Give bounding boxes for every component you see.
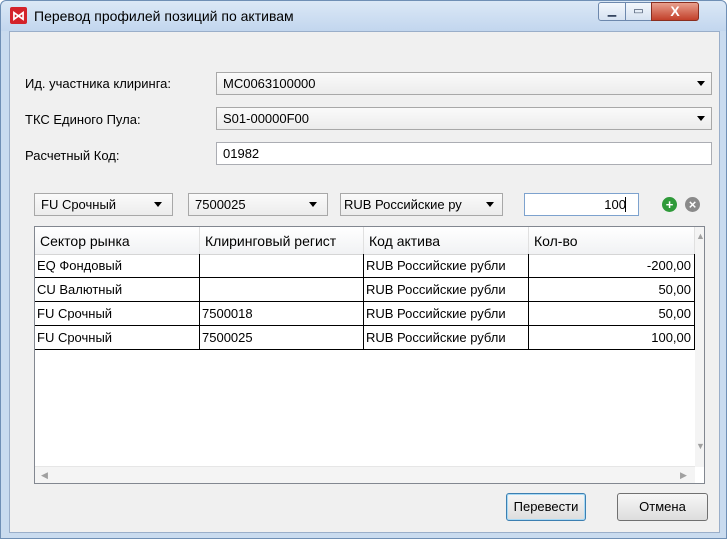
chevron-down-icon: [697, 116, 705, 121]
chevron-down-icon: [697, 81, 705, 86]
scroll-right-icon[interactable]: ▶: [680, 470, 687, 481]
window-title: Перевод профилей позиций по активам: [34, 8, 294, 24]
asset-select-value: RUB Российские ру: [344, 197, 462, 212]
chevron-down-icon: [486, 202, 494, 207]
cell-asset: RUB Российские рубли: [364, 278, 529, 302]
chevron-down-icon: [154, 202, 162, 207]
pool-value: S01-00000F00: [223, 111, 310, 126]
cell-quantity: -200,00: [529, 254, 695, 278]
app-logo-icon: ⋈: [10, 7, 27, 24]
cancel-button[interactable]: Отмена: [617, 493, 708, 521]
cell-register: [200, 254, 364, 278]
cell-asset: RUB Российские рубли: [364, 326, 529, 350]
column-header-asset[interactable]: Код актива: [364, 227, 529, 254]
cell-register: [200, 278, 364, 302]
dialog-body: Ид. участника клиринга: MC0063100000 ТКС…: [9, 31, 720, 533]
positions-table: Сектор рынка Клиринговый регист Код акти…: [34, 226, 705, 484]
table-header: Сектор рынка Клиринговый регист Код акти…: [35, 227, 695, 255]
close-button[interactable]: X: [651, 2, 699, 21]
scroll-up-icon[interactable]: ▲: [696, 231, 704, 241]
participant-value: MC0063100000: [223, 76, 316, 91]
cell-sector: FU Срочный: [35, 326, 200, 350]
minimize-button[interactable]: ▁: [598, 2, 626, 21]
cell-quantity: 50,00: [529, 302, 695, 326]
asset-select[interactable]: RUB Российские ру: [340, 193, 503, 216]
register-select-value: 7500025: [195, 197, 246, 212]
cell-register: 7500018: [200, 302, 364, 326]
sector-select-value: FU Срочный: [41, 197, 117, 212]
cell-quantity: 50,00: [529, 278, 695, 302]
scroll-down-icon[interactable]: ▼: [696, 441, 704, 451]
add-row-button[interactable]: +: [662, 197, 677, 212]
scroll-left-icon[interactable]: ◀: [41, 470, 48, 481]
transfer-button[interactable]: Перевести: [506, 493, 586, 521]
participant-select[interactable]: MC0063100000: [216, 72, 712, 95]
participant-label: Ид. участника клиринга:: [25, 76, 172, 91]
cell-quantity: 100,00: [529, 326, 695, 350]
register-select[interactable]: 7500025: [188, 193, 328, 216]
settlement-code-field[interactable]: 01982: [216, 142, 712, 165]
table-row[interactable]: FU Срочный 7500025 RUB Российские рубли …: [35, 326, 695, 350]
dialog-window: ⋈ Перевод профилей позиций по активам ▁ …: [0, 0, 727, 539]
cell-sector: EQ Фондовый: [35, 254, 200, 278]
quantity-input-value: 100: [604, 197, 626, 212]
pool-label: ТКС Единого Пула:: [25, 112, 141, 127]
title-bar[interactable]: ⋈ Перевод профилей позиций по активам ▁ …: [1, 1, 726, 31]
cell-register: 7500025: [200, 326, 364, 350]
chevron-down-icon: [309, 202, 317, 207]
remove-row-button[interactable]: ×: [685, 197, 700, 212]
vertical-scrollbar[interactable]: ▲ ▼: [695, 227, 704, 467]
settlement-code-value: 01982: [223, 146, 260, 161]
code-label: Расчетный Код:: [25, 148, 120, 163]
sector-select[interactable]: FU Срочный: [34, 193, 173, 216]
horizontal-scrollbar[interactable]: ◀ ▶: [35, 466, 695, 483]
table-row[interactable]: CU Валютный RUB Российские рубли 50,00: [35, 278, 695, 302]
table-row[interactable]: EQ Фондовый RUB Российские рубли -200,00: [35, 254, 695, 278]
maximize-button[interactable]: ▭: [625, 2, 652, 21]
column-header-register[interactable]: Клиринговый регист: [200, 227, 364, 254]
column-header-sector[interactable]: Сектор рынка: [35, 227, 200, 254]
quantity-input[interactable]: 100: [524, 193, 639, 216]
cell-sector: CU Валютный: [35, 278, 200, 302]
cell-asset: RUB Российские рубли: [364, 302, 529, 326]
cell-sector: FU Срочный: [35, 302, 200, 326]
text-cursor: [625, 197, 626, 212]
table-row[interactable]: FU Срочный 7500018 RUB Российские рубли …: [35, 302, 695, 326]
pool-select[interactable]: S01-00000F00: [216, 107, 712, 130]
column-header-quantity[interactable]: Кол-во: [529, 227, 695, 254]
cell-asset: RUB Российские рубли: [364, 254, 529, 278]
